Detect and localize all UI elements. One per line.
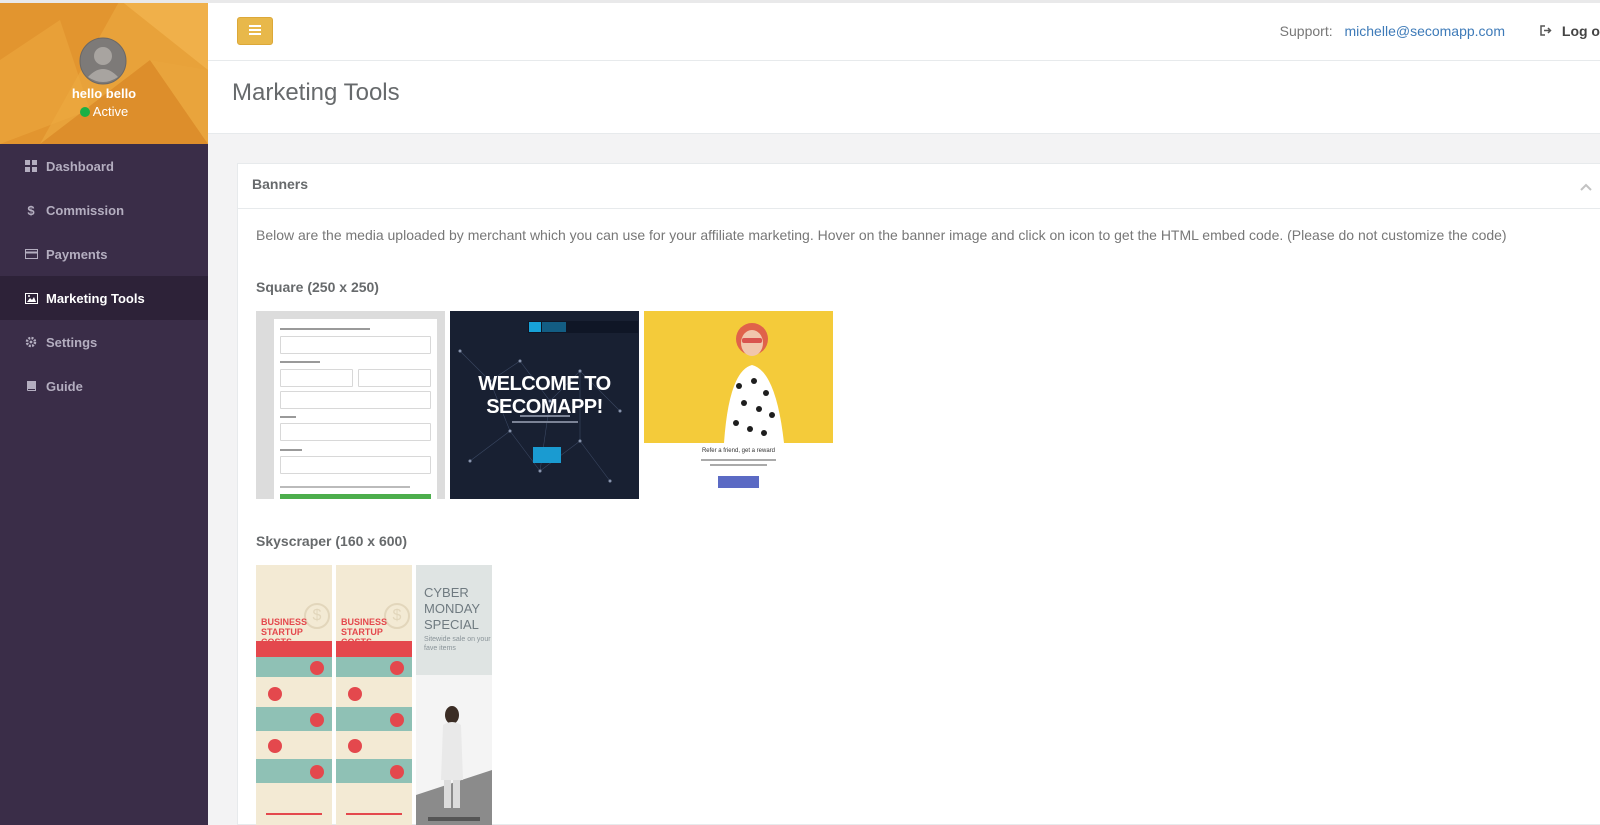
cyber-photo (416, 675, 492, 825)
cyber-title: CYBER MONDAY SPECIAL (424, 585, 480, 632)
square-banner-list: WELCOME TO SECOMAPP! Refer a friend, get… (256, 311, 1582, 499)
dashboard-icon (24, 160, 38, 172)
skyscraper-banner-list: $ BUSINESS STARTUP COSTS $ BUSINESS STAR… (256, 565, 1582, 825)
sidebar-item-label: Settings (46, 334, 98, 350)
banners-panel: Banners Below are the media uploaded by … (237, 163, 1600, 825)
square-section-title: Square (250 x 250) (256, 279, 379, 295)
form-preview (274, 319, 437, 499)
refer-photo (644, 311, 833, 443)
book-icon (24, 380, 38, 392)
logout-label: Log out (1561, 23, 1600, 39)
square-banner-welcome[interactable]: WELCOME TO SECOMAPP! (450, 311, 639, 499)
sidebar-item-label: Commission (46, 202, 125, 218)
top-border (0, 0, 1600, 3)
dollar-icon: $ (27, 202, 35, 218)
sidebar-item-label: Dashboard (46, 158, 114, 174)
profile-name[interactable]: hello bello (0, 86, 208, 101)
menu-toggle-button[interactable] (237, 17, 273, 45)
credit-card-icon (24, 249, 38, 259)
chevron-up-icon[interactable] (1580, 178, 1592, 196)
skyscraper-banner-business-1[interactable]: $ BUSINESS STARTUP COSTS (256, 565, 332, 825)
top-navbar: Support: michelle@secomapp.com Log out (208, 3, 1600, 61)
skyscraper-section-title: Skyscraper (160 x 600) (256, 533, 407, 549)
square-banner-signup-form[interactable] (256, 311, 445, 499)
gear-icon (24, 336, 38, 348)
support-label: Support: (1279, 23, 1333, 39)
sidebar-item-marketing-tools[interactable]: Marketing Tools (0, 276, 208, 320)
sidebar-item-guide[interactable]: Guide (0, 364, 208, 408)
banners-panel-header: Banners (238, 164, 1600, 209)
sign-out-icon (1540, 23, 1556, 39)
profile-status: Active (0, 104, 208, 119)
page-heading: Marketing Tools (208, 61, 1600, 134)
sidebar-item-dashboard[interactable]: Dashboard (0, 144, 208, 188)
welcome-title: WELCOME TO SECOMAPP! (478, 373, 611, 418)
square-banner-refer-friend[interactable]: Refer a friend, get a reward (644, 311, 833, 499)
banners-description: Below are the media uploaded by merchant… (256, 227, 1507, 243)
status-dot-icon (79, 107, 90, 117)
sidebar-item-payments[interactable]: Payments (0, 232, 208, 276)
sidebar-item-label: Marketing Tools (46, 290, 145, 306)
status-text: Active (92, 104, 129, 119)
banners-panel-body: Below are the media uploaded by merchant… (238, 209, 1600, 825)
profile-header: hello bello Active (0, 0, 208, 144)
support-email-link[interactable]: michelle@secomapp.com (1345, 23, 1506, 39)
sidebar-item-commission[interactable]: $ Commission (0, 188, 208, 232)
image-icon (24, 292, 38, 304)
refer-heading: Refer a friend, get a reward (701, 448, 776, 454)
cyber-subtitle: Sitewide sale on your fave items (424, 636, 491, 652)
support-info: Support: michelle@secomapp.com (1280, 23, 1505, 39)
sidebar-item-label: Guide (46, 378, 83, 394)
banners-heading: Banners (252, 176, 309, 192)
skyscraper-banner-business-2[interactable]: $ BUSINESS STARTUP COSTS (336, 565, 412, 825)
skyscraper-banner-cyber-monday[interactable]: CYBER MONDAY SPECIAL Sitewide sale on yo… (416, 565, 492, 825)
sidebar-item-settings[interactable]: Settings (0, 320, 208, 364)
hamburger-icon (249, 22, 261, 40)
logout-button[interactable]: Log out (1540, 23, 1600, 39)
sidebar: hello bello Active Dashboard $ Commissio… (0, 0, 208, 825)
page-title: Marketing Tools (232, 79, 400, 106)
sidebar-item-label: Payments (46, 246, 108, 262)
avatar-icon[interactable] (79, 37, 127, 85)
welcome-cta (533, 447, 561, 463)
sidebar-nav: Dashboard $ Commission Payments Marketin… (0, 144, 208, 408)
refer-cta (718, 476, 759, 488)
